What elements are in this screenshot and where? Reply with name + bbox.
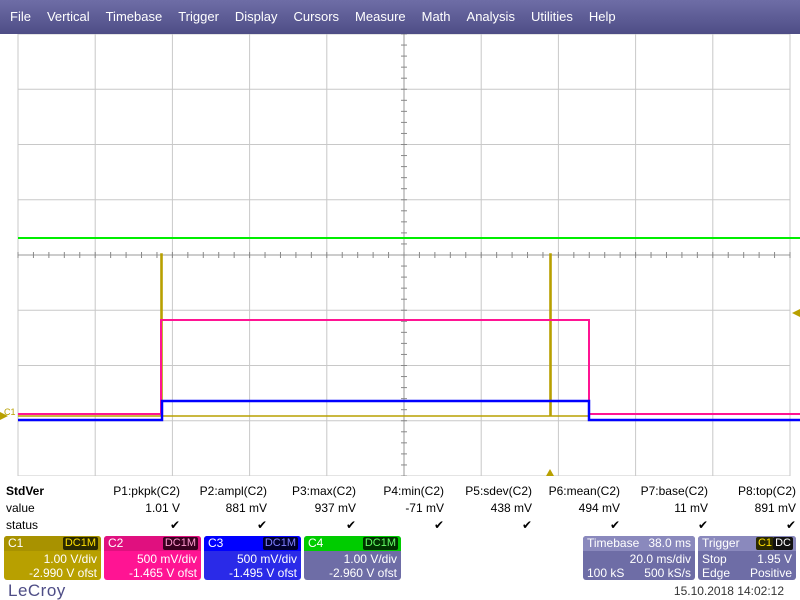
param-value-p1: 1.01 V xyxy=(145,501,180,515)
menu-file[interactable]: File xyxy=(2,0,39,34)
param-value-p4: -71 mV xyxy=(405,501,444,515)
trigger-time-marker xyxy=(546,469,554,476)
menu-analysis[interactable]: Analysis xyxy=(459,0,523,34)
status-check-icon: ✔ xyxy=(609,518,620,532)
status-check-icon: ✔ xyxy=(521,518,532,532)
trigger-descriptor[interactable]: Trigger C1 DC Stop 1.95 V Edge Positive xyxy=(698,536,796,580)
trigger-coupling-badge: DC xyxy=(773,537,793,550)
c2-vdiv: 500 mV/div xyxy=(136,552,197,566)
c2-offset: -1.465 V ofst xyxy=(128,566,197,580)
row-label-value: value xyxy=(6,501,35,515)
param-value-p5: 438 mV xyxy=(490,501,532,515)
timebase-samples: 100 kS xyxy=(587,566,625,580)
param-name-p2[interactable]: P2:ampl(C2) xyxy=(200,484,267,498)
menu-math[interactable]: Math xyxy=(414,0,459,34)
menu-bar: File Vertical Timebase Trigger Display C… xyxy=(0,0,800,34)
menu-help[interactable]: Help xyxy=(581,0,624,34)
trigger-level: 1.95 V xyxy=(757,552,792,566)
menu-utilities[interactable]: Utilities xyxy=(523,0,581,34)
trigger-mode: Stop xyxy=(702,552,727,566)
menu-display[interactable]: Display xyxy=(227,0,286,34)
menu-measure[interactable]: Measure xyxy=(347,0,414,34)
menu-vertical[interactable]: Vertical xyxy=(39,0,98,34)
measurement-value-row: value 1.01 V 881 mV 937 mV -71 mV 438 mV… xyxy=(0,501,800,517)
date-time: 15.10.2018 14:02:12 xyxy=(673,584,784,598)
timebase-tdiv: 20.0 ms/div xyxy=(629,552,691,566)
param-name-p3[interactable]: P3:max(C2) xyxy=(292,484,356,498)
param-value-p2: 881 mV xyxy=(225,501,267,515)
c4-vdiv: 1.00 V/div xyxy=(343,552,397,566)
measurement-title: StdVer xyxy=(6,484,45,498)
menu-timebase[interactable]: Timebase xyxy=(98,0,171,34)
param-name-p8[interactable]: P8:top(C2) xyxy=(738,484,796,498)
trace-c1 xyxy=(18,253,589,417)
timebase-descriptor[interactable]: Timebase 38.0 ms 20.0 ms/div 100 kS 500 … xyxy=(583,536,695,580)
trigger-type: Edge xyxy=(702,566,731,580)
timebase-rate: 500 kS/s xyxy=(644,566,691,580)
channel-descriptor-c2[interactable]: C2 DC1M 500 mV/div -1.465 V ofst xyxy=(104,536,201,580)
status-check-icon: ✔ xyxy=(433,518,444,532)
traces xyxy=(18,237,800,422)
measurement-status-row: status ✔ ✔ ✔ ✔ ✔ ✔ ✔ ✔ xyxy=(0,518,800,534)
trigger-label: Trigger xyxy=(702,536,740,550)
channel-descriptor-c3[interactable]: C3 DC1M 500 mV/div -1.495 V ofst xyxy=(204,536,301,580)
timebase-label: Timebase xyxy=(587,536,640,550)
c1-name: C1 xyxy=(8,536,24,550)
c4-offset: -2.960 V ofst xyxy=(328,566,397,580)
c1-coupling-badge: DC1M xyxy=(62,537,98,550)
param-name-p4[interactable]: P4:min(C2) xyxy=(383,484,444,498)
status-check-icon: ✔ xyxy=(785,518,796,532)
status-check-icon: ✔ xyxy=(345,518,356,532)
c4-coupling-badge: DC1M xyxy=(362,537,398,550)
c1-offset: -2.990 V ofst xyxy=(28,566,97,580)
measurement-table[interactable]: StdVer P1:pkpk(C2) P2:ampl(C2) P3:max(C2… xyxy=(0,484,800,534)
brand-logo: LeCroy xyxy=(8,581,66,600)
trigger-level-marker xyxy=(792,309,800,317)
c1-ground-label: C1 xyxy=(4,407,16,417)
waveform-grid[interactable]: C1 xyxy=(0,34,800,476)
c3-coupling-badge: DC1M xyxy=(262,537,298,550)
timebase-delay: 38.0 ms xyxy=(648,536,691,550)
trigger-channel-badge: C1 xyxy=(755,537,774,550)
waveform-display[interactable]: C1 xyxy=(0,34,800,476)
param-name-p7[interactable]: P7:base(C2) xyxy=(641,484,708,498)
menu-cursors[interactable]: Cursors xyxy=(286,0,348,34)
c2-name: C2 xyxy=(108,536,124,550)
param-name-p5[interactable]: P5:sdev(C2) xyxy=(465,484,532,498)
param-name-p1[interactable]: P1:pkpk(C2) xyxy=(113,484,180,498)
param-value-p3: 937 mV xyxy=(314,501,356,515)
param-value-p6: 494 mV xyxy=(578,501,620,515)
param-value-p7: 11 mV xyxy=(674,501,708,515)
status-check-icon: ✔ xyxy=(169,518,180,532)
c3-vdiv: 500 mV/div xyxy=(236,552,297,566)
row-label-status: status xyxy=(6,518,39,532)
c1-vdiv: 1.00 V/div xyxy=(43,552,97,566)
trigger-slope: Positive xyxy=(749,566,792,580)
c4-name: C4 xyxy=(308,536,324,550)
trace-c3 xyxy=(18,399,800,422)
c2-coupling-badge: DC1M xyxy=(162,537,198,550)
status-check-icon: ✔ xyxy=(697,518,708,532)
menu-trigger[interactable]: Trigger xyxy=(170,0,227,34)
graticule xyxy=(17,34,791,476)
channel-descriptor-c4[interactable]: C4 DC1M 1.00 V/div -2.960 V ofst xyxy=(304,536,401,580)
c3-name: C3 xyxy=(208,536,224,550)
channel-descriptor-c1[interactable]: C1 DC1M 1.00 V/div -2.990 V ofst xyxy=(4,536,101,580)
status-check-icon: ✔ xyxy=(256,518,267,532)
param-name-p6[interactable]: P6:mean(C2) xyxy=(549,484,620,498)
oscilloscope-window: File Vertical Timebase Trigger Display C… xyxy=(0,0,800,600)
measurement-header-row: StdVer P1:pkpk(C2) P2:ampl(C2) P3:max(C2… xyxy=(0,484,800,500)
c3-offset: -1.495 V ofst xyxy=(228,566,297,580)
param-value-p8: 891 mV xyxy=(754,501,796,515)
